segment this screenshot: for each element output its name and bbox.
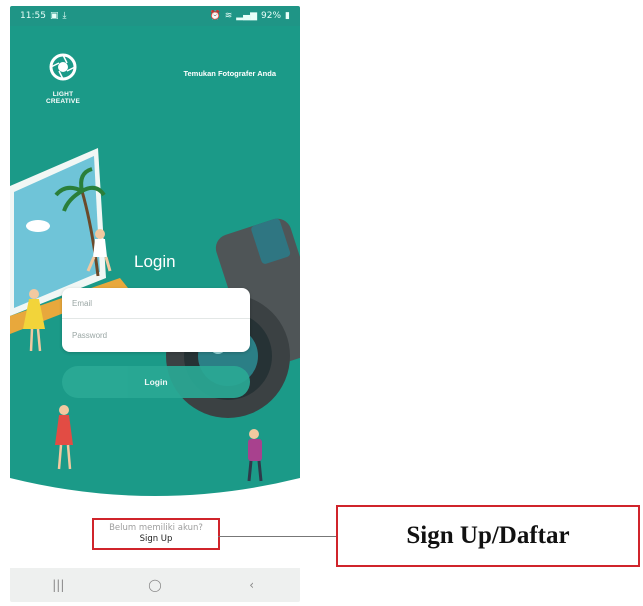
signal-icon: ▂▄▆ — [236, 10, 258, 21]
logo-text-line1: LIGHT — [52, 91, 74, 98]
signup-question: Belum memiliki akun? — [109, 523, 203, 533]
download-notification-icon: ⤓ — [62, 10, 67, 21]
login-form-card — [62, 288, 250, 352]
photographer-figure — [247, 429, 263, 482]
login-hero: LIGHT CREATIVE Temukan Fotografer Anda L… — [10, 26, 300, 506]
battery-percentage: 92% — [261, 11, 282, 21]
signup-link[interactable]: Sign Up — [94, 534, 218, 544]
aperture-logo-icon — [49, 53, 77, 81]
phone-screen: 11:55 ▣ ⤓ ⏰ ≋ ▂▄▆ 92% ▮ LIGHT CREATIVE T… — [10, 6, 300, 602]
back-icon[interactable]: ‹ — [232, 578, 272, 592]
alarm-icon: ⏰ — [209, 10, 221, 21]
status-time: 11:55 — [20, 11, 46, 21]
status-bar: 11:55 ▣ ⤓ ⏰ ≋ ▂▄▆ 92% ▮ — [10, 6, 300, 26]
home-icon[interactable]: ◯ — [135, 578, 175, 592]
woman-red-dress-figure — [55, 405, 73, 470]
gallery-notification-icon: ▣ — [49, 10, 59, 21]
recents-icon[interactable]: ||| — [38, 578, 78, 592]
callout-connector-line — [218, 536, 336, 537]
password-input[interactable] — [62, 320, 250, 351]
android-nav-bar: ||| ◯ ‹ — [10, 568, 300, 602]
logo-text-line2: CREATIVE — [46, 98, 80, 105]
email-input[interactable] — [62, 288, 250, 319]
app-tagline: Temukan Fotografer Anda — [183, 69, 276, 78]
login-title: Login — [134, 252, 176, 271]
app-logo: LIGHT CREATIVE — [46, 52, 80, 105]
login-button[interactable]: Login — [62, 366, 250, 398]
signup-highlight-box: Belum memiliki akun? Sign Up — [92, 518, 220, 550]
battery-icon: ▮ — [285, 10, 290, 21]
signup-callout-label: Sign Up/Daftar — [336, 505, 640, 567]
wifi-icon: ≋ — [224, 10, 233, 21]
